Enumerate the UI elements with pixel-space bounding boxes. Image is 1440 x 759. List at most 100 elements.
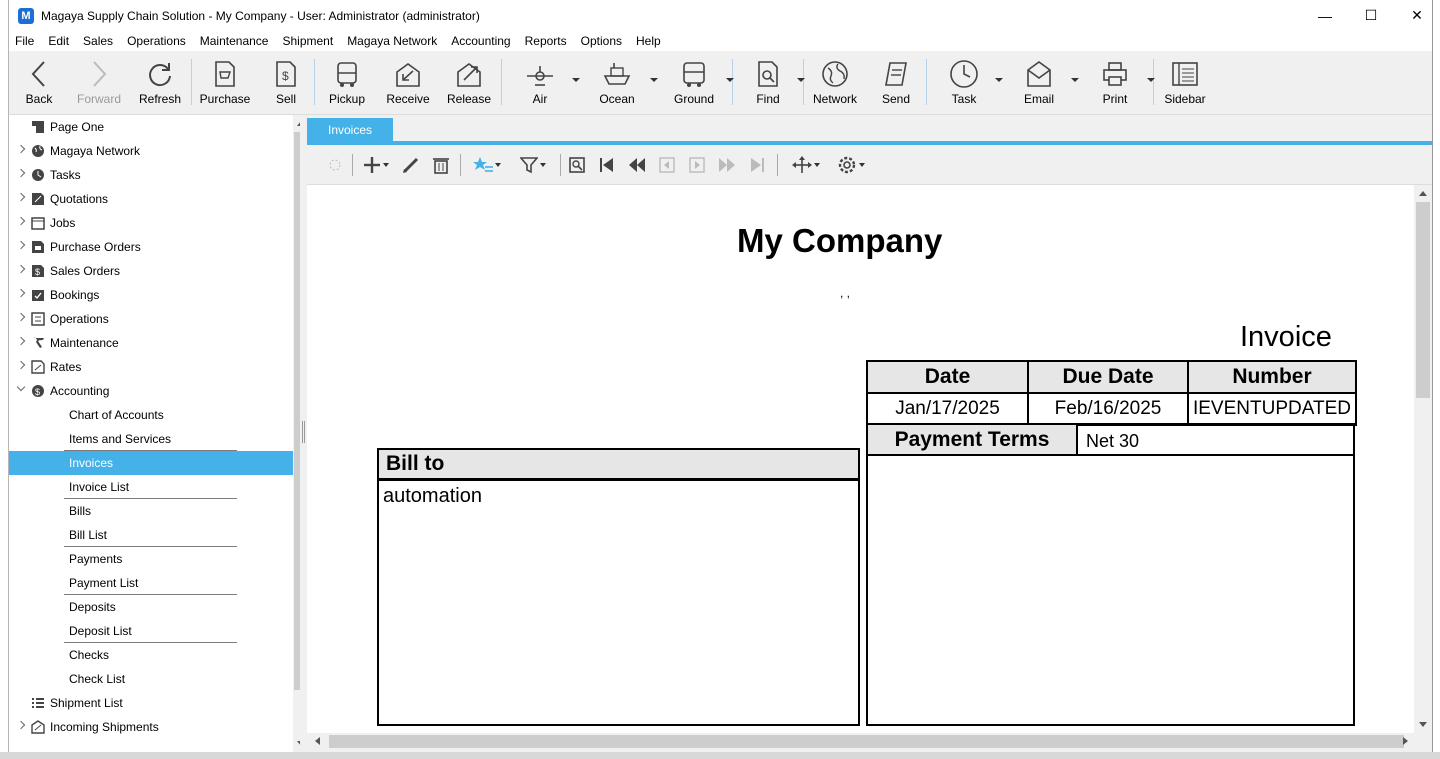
favorites-button[interactable]	[467, 153, 507, 177]
find-button[interactable]: Find	[733, 51, 805, 115]
sidebar-item-maintenance[interactable]: Maintenance	[9, 331, 309, 355]
chevron-right-icon[interactable]	[16, 360, 26, 370]
preview-button[interactable]	[565, 153, 589, 177]
scroll-down-icon[interactable]	[1419, 722, 1427, 727]
scroll-left-icon[interactable]	[315, 737, 320, 745]
back-button[interactable]: Back	[9, 51, 69, 115]
favorites-dropdown-icon[interactable]	[495, 163, 501, 167]
preview-horizontal-scrollbar[interactable]	[307, 733, 1414, 750]
sidebar-item-deposits[interactable]: Deposits	[9, 595, 309, 619]
menu-operations[interactable]: Operations	[120, 34, 193, 48]
sidebar-item-shipment-list[interactable]: Shipment List	[9, 691, 309, 715]
sidebar-item-bills[interactable]: Bills	[9, 499, 309, 523]
tab-invoices[interactable]: Invoices	[307, 118, 393, 141]
sidebar-item-items-and-services[interactable]: Items and Services	[9, 427, 309, 451]
sidebar-item-bookings[interactable]: Bookings	[9, 283, 309, 307]
menu-sales[interactable]: Sales	[76, 34, 120, 48]
add-button[interactable]	[359, 153, 393, 177]
sidebar-item-deposit-list[interactable]: Deposit List	[9, 619, 309, 643]
sidebar-item-bill-list[interactable]: Bill List	[9, 523, 309, 547]
email-button[interactable]: Email	[1001, 51, 1079, 115]
menu-shipment[interactable]: Shipment	[275, 34, 340, 48]
chevron-right-icon[interactable]	[16, 216, 26, 226]
preview-vertical-scrollbar[interactable]	[1414, 185, 1432, 733]
sidebar-item-rates[interactable]: Rates	[9, 355, 309, 379]
menu-magaya-network[interactable]: Magaya Network	[340, 34, 444, 48]
chevron-down-icon[interactable]	[16, 382, 26, 392]
menu-accounting[interactable]: Accounting	[444, 34, 517, 48]
menu-maintenance[interactable]: Maintenance	[193, 34, 276, 48]
previous-page-button[interactable]	[625, 153, 649, 177]
sidebar-item-operations[interactable]: Operations	[9, 307, 309, 331]
menu-file[interactable]: File	[9, 34, 41, 48]
add-dropdown-icon[interactable]	[383, 163, 389, 167]
delete-button[interactable]	[429, 153, 453, 177]
move-button[interactable]	[785, 153, 827, 177]
sidebar-item-magaya-network[interactable]: Magaya Network	[9, 139, 309, 163]
refresh-button[interactable]: Refresh	[129, 51, 191, 115]
receive-button[interactable]: Receive	[379, 51, 437, 115]
sidebar-item-purchase-orders[interactable]: Purchase Orders	[9, 235, 309, 259]
last-page-button[interactable]	[745, 153, 769, 177]
chevron-right-icon[interactable]	[16, 168, 26, 178]
settings-button[interactable]	[831, 153, 871, 177]
sidebar-item-jobs[interactable]: Jobs	[9, 211, 309, 235]
menu-reports[interactable]: Reports	[518, 34, 574, 48]
chevron-right-icon[interactable]	[16, 336, 26, 346]
previous-record-button[interactable]	[655, 153, 679, 177]
task-button[interactable]: Task	[927, 51, 1003, 115]
sidebar-item-check-list[interactable]: Check List	[9, 667, 309, 691]
sell-button[interactable]: $ Sell	[258, 51, 314, 115]
air-button[interactable]: Air	[502, 51, 580, 115]
sidebar-item-sales-orders[interactable]: $ Sales Orders	[9, 259, 309, 283]
ground-button[interactable]: Ground	[656, 51, 734, 115]
pickup-button[interactable]: Pickup	[315, 51, 379, 115]
scrollbar-thumb[interactable]	[1416, 202, 1430, 398]
first-page-button[interactable]	[595, 153, 619, 177]
next-page-button[interactable]	[715, 153, 739, 177]
sidebar-item-incoming-shipments[interactable]: Incoming Shipments	[9, 715, 309, 739]
sidebar-item-page-one[interactable]: Page One	[9, 115, 309, 139]
filter-button[interactable]	[513, 153, 553, 177]
chevron-right-icon[interactable]	[16, 240, 26, 250]
sidebar-item-tasks[interactable]: Tasks	[9, 163, 309, 187]
menu-edit[interactable]: Edit	[41, 34, 76, 48]
purchase-button[interactable]: Purchase	[192, 51, 258, 115]
sidebar-item-checks[interactable]: Checks	[9, 643, 309, 667]
move-dropdown-icon[interactable]	[814, 163, 820, 167]
menu-help[interactable]: Help	[629, 34, 668, 48]
release-button[interactable]: Release	[437, 51, 501, 115]
scroll-up-icon[interactable]	[1419, 191, 1427, 196]
release-label: Release	[446, 92, 492, 106]
sidebar-item-invoice-list[interactable]: Invoice List	[9, 475, 309, 499]
sidebar-item-payments[interactable]: Payments	[9, 547, 309, 571]
sidebar-item-payment-list[interactable]: Payment List	[9, 571, 309, 595]
network-button[interactable]: Network	[804, 51, 866, 115]
forward-button[interactable]: Forward	[69, 51, 129, 115]
minimize-button[interactable]: —	[1302, 0, 1348, 31]
chevron-right-icon[interactable]	[16, 720, 26, 730]
next-record-button[interactable]	[685, 153, 709, 177]
settings-dropdown-icon[interactable]	[859, 163, 865, 167]
menu-options[interactable]: Options	[574, 34, 629, 48]
send-button[interactable]: Send	[866, 51, 926, 115]
splitter-grip[interactable]	[302, 421, 305, 443]
print-button[interactable]: Print	[1077, 51, 1155, 115]
chevron-right-icon[interactable]	[16, 312, 26, 322]
scroll-right-icon[interactable]	[1403, 737, 1408, 745]
chevron-right-icon[interactable]	[16, 192, 26, 202]
chevron-right-icon[interactable]	[16, 264, 26, 274]
edit-button[interactable]	[399, 153, 423, 177]
scrollbar-thumb[interactable]	[329, 735, 1404, 748]
chevron-right-icon[interactable]	[16, 288, 26, 298]
panel-splitter[interactable]	[300, 115, 307, 752]
chevron-right-icon[interactable]	[16, 144, 26, 154]
maximize-button[interactable]: ☐	[1348, 0, 1394, 31]
sidebar-button[interactable]: Sidebar	[1154, 51, 1216, 115]
filter-dropdown-icon[interactable]	[540, 163, 546, 167]
sidebar-item-quotations[interactable]: Quotations	[9, 187, 309, 211]
sidebar-item-chart-of-accounts[interactable]: Chart of Accounts	[9, 403, 309, 427]
sidebar-item-accounting[interactable]: $ Accounting	[9, 379, 309, 403]
ocean-button[interactable]: Ocean	[578, 51, 658, 115]
sidebar-item-invoices[interactable]: Invoices	[9, 451, 309, 475]
